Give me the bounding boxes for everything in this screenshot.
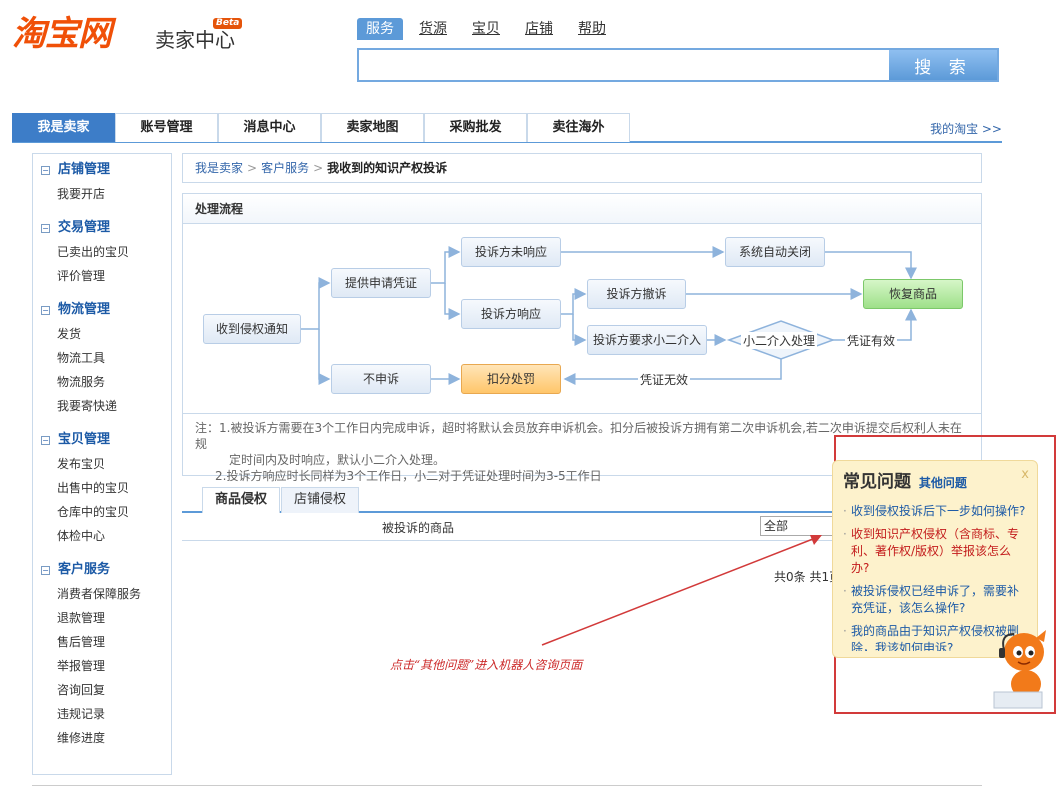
sidebar-group-customer: − 客户服务 消费者保障服务 退款管理 售后管理 举报管理 咨询回复 违规记录 维… (33, 558, 171, 750)
seller-center-title: 卖家中心 (155, 28, 235, 52)
sidebar-item-after-sale[interactable]: 售后管理 (33, 630, 171, 654)
tab-shop-infringement[interactable]: 店铺侵权 (281, 487, 360, 513)
sidebar-group-trade: − 交易管理 已卖出的宝贝 评价管理 (33, 216, 171, 288)
collapse-icon[interactable]: − (41, 435, 50, 445)
nav-tab-messages[interactable]: 消息中心 (218, 113, 321, 142)
sidebar-item-ship[interactable]: 发货 (33, 322, 171, 346)
page-title: 我收到的知识产权投诉 (327, 161, 448, 175)
flow-node-no-response: 投诉方未响应 (461, 237, 561, 267)
faq-item[interactable]: 收到知识产权侵权（含商标、专利、著作权/版权）举报该怎么办? (843, 526, 1027, 577)
sidebar-group-title: 店铺管理 (58, 162, 111, 177)
collapse-icon[interactable]: − (41, 305, 50, 315)
flow-node-request: 投诉方要求小二介入 (587, 325, 707, 355)
search-tab-help[interactable]: 帮助 (569, 18, 615, 40)
sidebar-item-checkup[interactable]: 体检中心 (33, 524, 171, 548)
beta-badge: Beta (213, 18, 243, 29)
faq-item[interactable]: 收到侵权投诉后下一步如何操作? (843, 503, 1027, 520)
annotation-hint: 点击“其他问题”进入机器人咨询页面 (390, 658, 583, 672)
sidebar-item-publish[interactable]: 发布宝贝 (33, 452, 171, 476)
search-tab-items[interactable]: 宝贝 (463, 18, 509, 40)
faq-item[interactable]: 被投诉侵权已经申诉了，需要补充凭证，该怎么操作? (843, 583, 1027, 617)
flow-node-response: 投诉方响应 (461, 299, 561, 329)
breadcrumb-seller[interactable]: 我是卖家 (195, 161, 243, 175)
faq-other-questions-link[interactable]: 其他问题 (919, 476, 967, 490)
breadcrumb-separator: > (313, 161, 324, 175)
sidebar-group-shop: − 店铺管理 我要开店 (33, 158, 171, 206)
flow-node-restore: 恢复商品 (863, 279, 963, 309)
flow-label-valid: 凭证有效 (845, 332, 898, 349)
collapse-icon[interactable]: − (41, 165, 50, 175)
nav-tab-account[interactable]: 账号管理 (115, 113, 218, 142)
search-tab-service[interactable]: 服务 (357, 18, 403, 40)
sidebar-item-repairs[interactable]: 维修进度 (33, 726, 171, 750)
flow-node-no-appeal: 不申诉 (331, 364, 431, 394)
taobao-logo[interactable]: 淘宝网 (12, 14, 112, 54)
sidebar-item-warehouse[interactable]: 仓库中的宝贝 (33, 500, 171, 524)
main-nav: 我是卖家 账号管理 消息中心 卖家地图 采购批发 卖往海外 我的淘宝 >> (12, 113, 1002, 143)
sidebar-group-logistics: − 物流管理 发货 物流工具 物流服务 我要寄快递 (33, 298, 171, 418)
sidebar-item-inquiries[interactable]: 咨询回复 (33, 678, 171, 702)
tab-product-infringement[interactable]: 商品侵权 (202, 487, 281, 514)
robot-mascot-icon (993, 630, 1046, 709)
sidebar-group-title: 交易管理 (58, 220, 111, 235)
sidebar-item-reports[interactable]: 举报管理 (33, 654, 171, 678)
nav-tab-seller-map[interactable]: 卖家地图 (321, 113, 424, 142)
process-flow-panel: 处理流程 收到侵权通知 提供申请凭证 不申诉 投诉方未响应 投诉方响应 投诉方撤… (182, 193, 982, 483)
nav-tab-wholesale[interactable]: 采购批发 (424, 113, 527, 142)
breadcrumb-separator: > (247, 161, 258, 175)
flow-node-withdraw: 投诉方撤诉 (587, 279, 686, 309)
flow-node-provide: 提供申请凭证 (331, 268, 431, 298)
breadcrumb-customer-service[interactable]: 客户服务 (261, 161, 309, 175)
breadcrumb: 我是卖家 > 客户服务 > 我收到的知识产权投诉 (182, 153, 982, 183)
flow-node-decision-label: 小二介入处理 (741, 332, 818, 349)
sidebar-item-protection[interactable]: 消费者保障服务 (33, 582, 171, 606)
flow-connectors (301, 246, 917, 385)
sidebar-group-title: 客户服务 (58, 562, 111, 577)
sidebar-item-reviews[interactable]: 评价管理 (33, 264, 171, 288)
faq-title: 常见问题 (843, 472, 911, 492)
search-tab-shops[interactable]: 店铺 (516, 18, 562, 40)
sidebar-item-sold[interactable]: 已卖出的宝贝 (33, 240, 171, 264)
column-header-product: 被投诉的商品 (382, 521, 455, 535)
nav-tab-seller[interactable]: 我是卖家 (12, 113, 115, 142)
flow-node-auto-close: 系统自动关闭 (725, 237, 825, 267)
search-tab-supply[interactable]: 货源 (410, 18, 456, 40)
sidebar-item-refunds[interactable]: 退款管理 (33, 606, 171, 630)
flow-title: 处理流程 (183, 194, 981, 224)
sidebar-group-header[interactable]: − 物流管理 (33, 298, 171, 322)
my-taobao-link[interactable]: 我的淘宝 >> (930, 120, 1002, 137)
collapse-icon[interactable]: − (41, 223, 50, 233)
flow-label-invalid: 凭证无效 (638, 371, 691, 388)
sidebar-group-title: 宝贝管理 (58, 432, 111, 447)
footer-divider (32, 785, 982, 786)
sidebar-item-express[interactable]: 我要寄快递 (33, 394, 171, 418)
nav-tab-overseas[interactable]: 卖往海外 (527, 113, 630, 142)
flow-node-penalty: 扣分处罚 (461, 364, 561, 394)
sidebar-group-title: 物流管理 (58, 302, 111, 317)
sidebar-group-header[interactable]: − 宝贝管理 (33, 428, 171, 452)
flow-node-receive: 收到侵权通知 (203, 314, 301, 344)
sidebar-item-logistics-tools[interactable]: 物流工具 (33, 346, 171, 370)
faq-header: 常见问题 其他问题 (843, 469, 1027, 495)
sidebar-group-header[interactable]: − 客户服务 (33, 558, 171, 582)
sidebar-item-violations[interactable]: 违规记录 (33, 702, 171, 726)
sidebar-group-items: − 宝贝管理 发布宝贝 出售中的宝贝 仓库中的宝贝 体检中心 (33, 428, 171, 548)
annotation-arrow (541, 535, 822, 646)
search-tabs: 服务 货源 宝贝 店铺 帮助 (357, 18, 622, 40)
collapse-icon[interactable]: − (41, 565, 50, 575)
sidebar: − 店铺管理 我要开店 − 交易管理 已卖出的宝贝 评价管理 − 物流管理 发货 物流… (32, 153, 172, 775)
sidebar-item-logistics-service[interactable]: 物流服务 (33, 370, 171, 394)
sidebar-group-header[interactable]: − 店铺管理 (33, 158, 171, 182)
sidebar-item-on-sale[interactable]: 出售中的宝贝 (33, 476, 171, 500)
sidebar-item-open-shop[interactable]: 我要开店 (33, 182, 171, 206)
search-box: 搜 索 (357, 48, 999, 82)
search-button[interactable]: 搜 索 (889, 50, 997, 80)
search-input[interactable] (359, 50, 889, 80)
sidebar-group-header[interactable]: − 交易管理 (33, 216, 171, 240)
close-icon[interactable]: x (1021, 467, 1029, 482)
